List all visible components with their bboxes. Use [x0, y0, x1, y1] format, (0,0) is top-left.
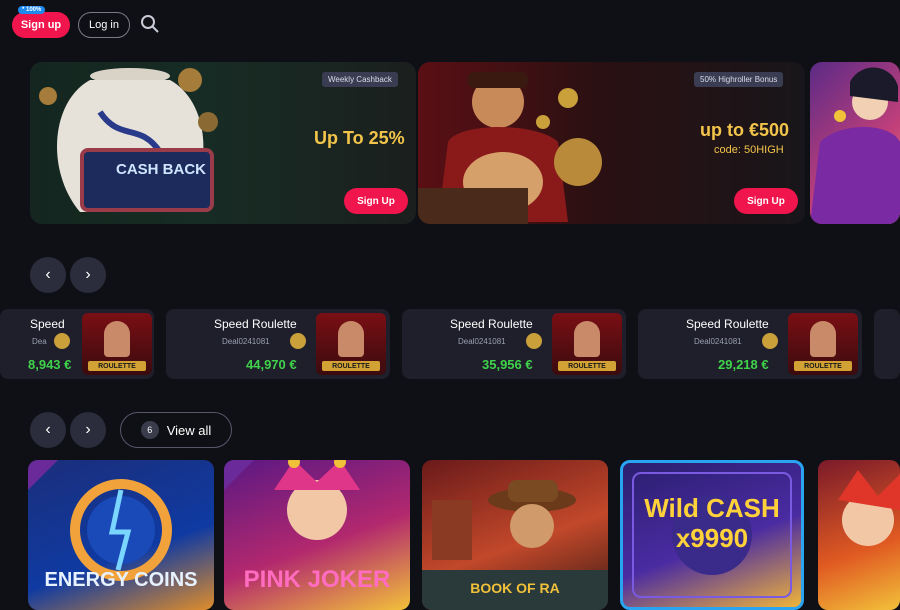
games-row: ENERGY COINS PINK JOKER BOOK OF RA Wild … — [0, 460, 900, 610]
signup-bonus-tag: * 100% — [18, 6, 46, 14]
live-game-card-partial[interactable] — [874, 309, 900, 379]
live-game-dealer: Deal0241081 — [694, 337, 742, 346]
live-game-card[interactable]: Speed Dea 8,943 € ROULETTE — [0, 309, 154, 379]
game-title: ENERGY COINS — [44, 569, 198, 591]
banner-headline: Up To 25% — [314, 128, 405, 148]
roulette-thumbnail: ROULETTE — [788, 313, 858, 375]
games-prev-arrow[interactable]: ‹ — [30, 412, 66, 448]
view-all-label: View all — [166, 422, 212, 438]
joker-art — [838, 470, 900, 546]
live-game-title: Speed Roulette — [214, 317, 297, 331]
live-game-title: Speed — [30, 317, 65, 331]
live-game-title: Speed Roulette — [450, 317, 533, 331]
game-tile-selected[interactable]: Wild CASH x9990 — [620, 460, 804, 610]
chevron-right-icon: › — [85, 266, 91, 283]
live-games-row: Speed Dea 8,943 € ROULETTE Speed Roulett… — [0, 309, 900, 381]
game-tile[interactable]: PINK JOKER — [224, 460, 410, 610]
live-game-card[interactable]: Speed Roulette Deal0241081 44,970 € ROUL… — [166, 309, 390, 379]
cashback-art-text: CASH BACK — [116, 161, 206, 178]
roulette-thumbnail: ROULETTE — [82, 313, 152, 375]
geisha-art — [810, 67, 900, 224]
dealer-image — [574, 321, 600, 357]
game-tile[interactable]: ENERGY COINS — [28, 460, 214, 610]
dealer-image — [338, 321, 364, 357]
live-game-dealer: Dea — [32, 337, 47, 346]
banner-headline: up to €500 — [700, 120, 790, 140]
provider-icon — [762, 333, 778, 349]
promo-carousel: CASH BACK Weekly Cashback Up To 25% Sign… — [0, 62, 900, 227]
promo-banner-highroller[interactable]: 50% Highroller Bonus up to €500 code: 50… — [418, 62, 805, 224]
roulette-thumbnail: ROULETTE — [552, 313, 622, 375]
live-game-dealer: Deal0241081 — [222, 337, 270, 346]
promo-banner-cashback[interactable]: CASH BACK Weekly Cashback Up To 25% Sign… — [30, 62, 416, 224]
dealer-image — [810, 321, 836, 357]
cashback-vase-art — [39, 68, 218, 212]
login-button[interactable]: Log in — [78, 12, 130, 38]
roulette-label: ROULETTE — [558, 361, 616, 371]
login-label: Log in — [89, 19, 119, 31]
signup-label: Sign up — [20, 19, 62, 31]
game-title: PINK JOKER — [243, 566, 391, 593]
chevron-left-icon: ‹ — [45, 266, 51, 283]
signup-button[interactable]: * 100% Sign up — [12, 6, 70, 38]
games-next-arrow[interactable]: › — [70, 412, 106, 448]
game-title: BOOK OF RA — [470, 580, 560, 596]
live-game-amount: 44,970 € — [246, 357, 297, 372]
view-all-button[interactable]: 6 View all — [120, 412, 232, 448]
provider-icon — [54, 333, 70, 349]
live-game-title: Speed Roulette — [686, 317, 769, 331]
game-tile-partial[interactable] — [818, 460, 900, 610]
highroller-character-art — [418, 72, 602, 224]
roulette-thumbnail: ROULETTE — [316, 313, 386, 375]
dealer-image — [104, 321, 130, 357]
provider-icon — [526, 333, 542, 349]
live-game-card[interactable]: Speed Roulette Deal0241081 35,956 € ROUL… — [402, 309, 626, 379]
search-icon[interactable] — [140, 14, 160, 34]
banner-signup-button[interactable]: Sign Up — [734, 188, 798, 214]
banner-tag: 50% Highroller Bonus — [694, 72, 784, 87]
promo-banner-partial[interactable] — [810, 62, 900, 224]
game-tile[interactable]: BOOK OF RA — [422, 460, 608, 610]
live-game-dealer: Deal0241081 — [458, 337, 506, 346]
live-game-amount: 35,956 € — [482, 357, 533, 372]
live-game-card[interactable]: Speed Roulette Deal0241081 29,218 € ROUL… — [638, 309, 862, 379]
banner-tag: Weekly Cashback — [322, 72, 398, 87]
game-title: Wild CASH x9990 — [644, 493, 780, 553]
live-game-amount: 8,943 € — [28, 357, 72, 372]
live-next-arrow[interactable]: › — [70, 257, 106, 293]
chevron-right-icon: › — [85, 421, 91, 438]
roulette-label: ROULETTE — [794, 361, 852, 371]
view-all-count: 6 — [140, 421, 159, 439]
live-game-amount: 29,218 € — [718, 357, 769, 372]
roulette-label: ROULETTE — [88, 361, 146, 371]
provider-icon — [290, 333, 306, 349]
top-bar: * 100% Sign up Log in — [0, 0, 900, 48]
chevron-left-icon: ‹ — [45, 421, 51, 438]
roulette-label: ROULETTE — [322, 361, 380, 371]
banner-signup-button[interactable]: Sign Up — [344, 188, 408, 214]
live-prev-arrow[interactable]: ‹ — [30, 257, 66, 293]
banner-promo-code: code: 50HIGH — [714, 144, 784, 156]
